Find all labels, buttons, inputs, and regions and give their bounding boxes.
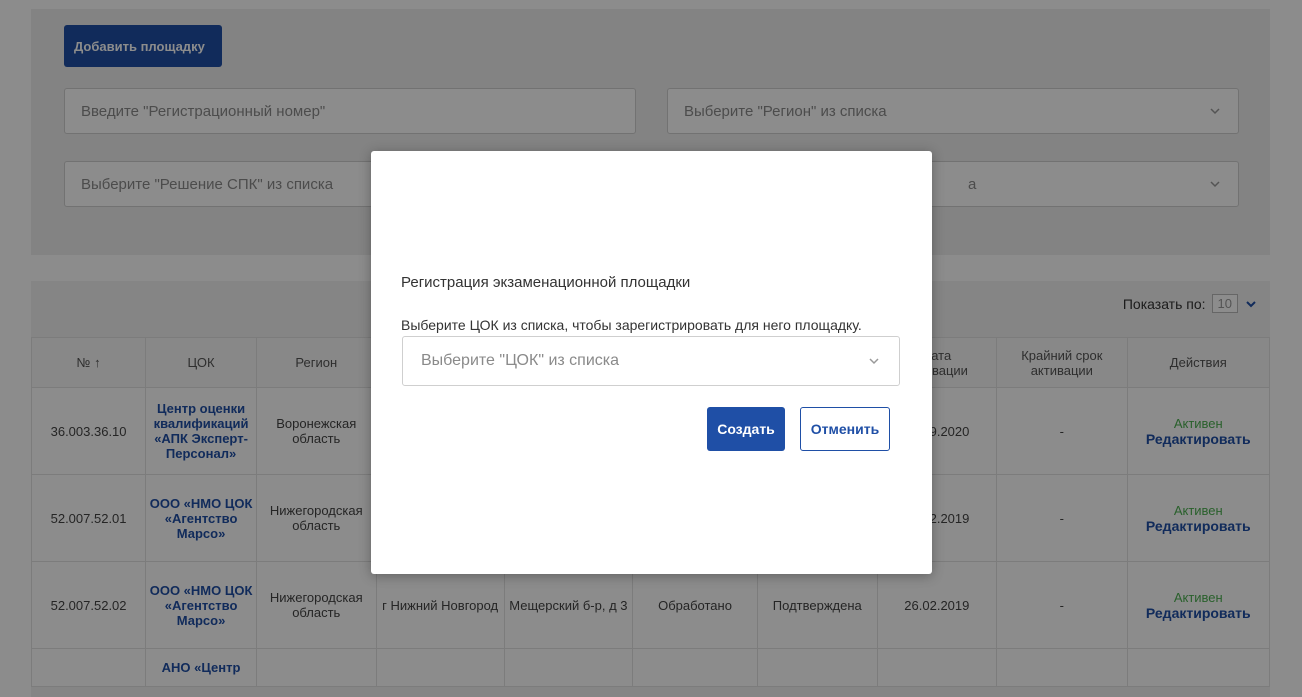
register-site-modal: Регистрация экзаменационной площадки Выб…: [371, 151, 932, 574]
cancel-button[interactable]: Отменить: [800, 407, 890, 451]
chevron-down-icon: [869, 358, 879, 365]
create-button[interactable]: Создать: [707, 407, 785, 451]
modal-title: Регистрация экзаменационной площадки: [401, 274, 691, 291]
cok-select[interactable]: Выберите "ЦОК" из списка: [402, 336, 900, 386]
modal-description: Выберите ЦОК из списка, чтобы зарегистри…: [401, 317, 862, 333]
cok-select-placeholder: Выберите "ЦОК" из списка: [421, 352, 620, 369]
